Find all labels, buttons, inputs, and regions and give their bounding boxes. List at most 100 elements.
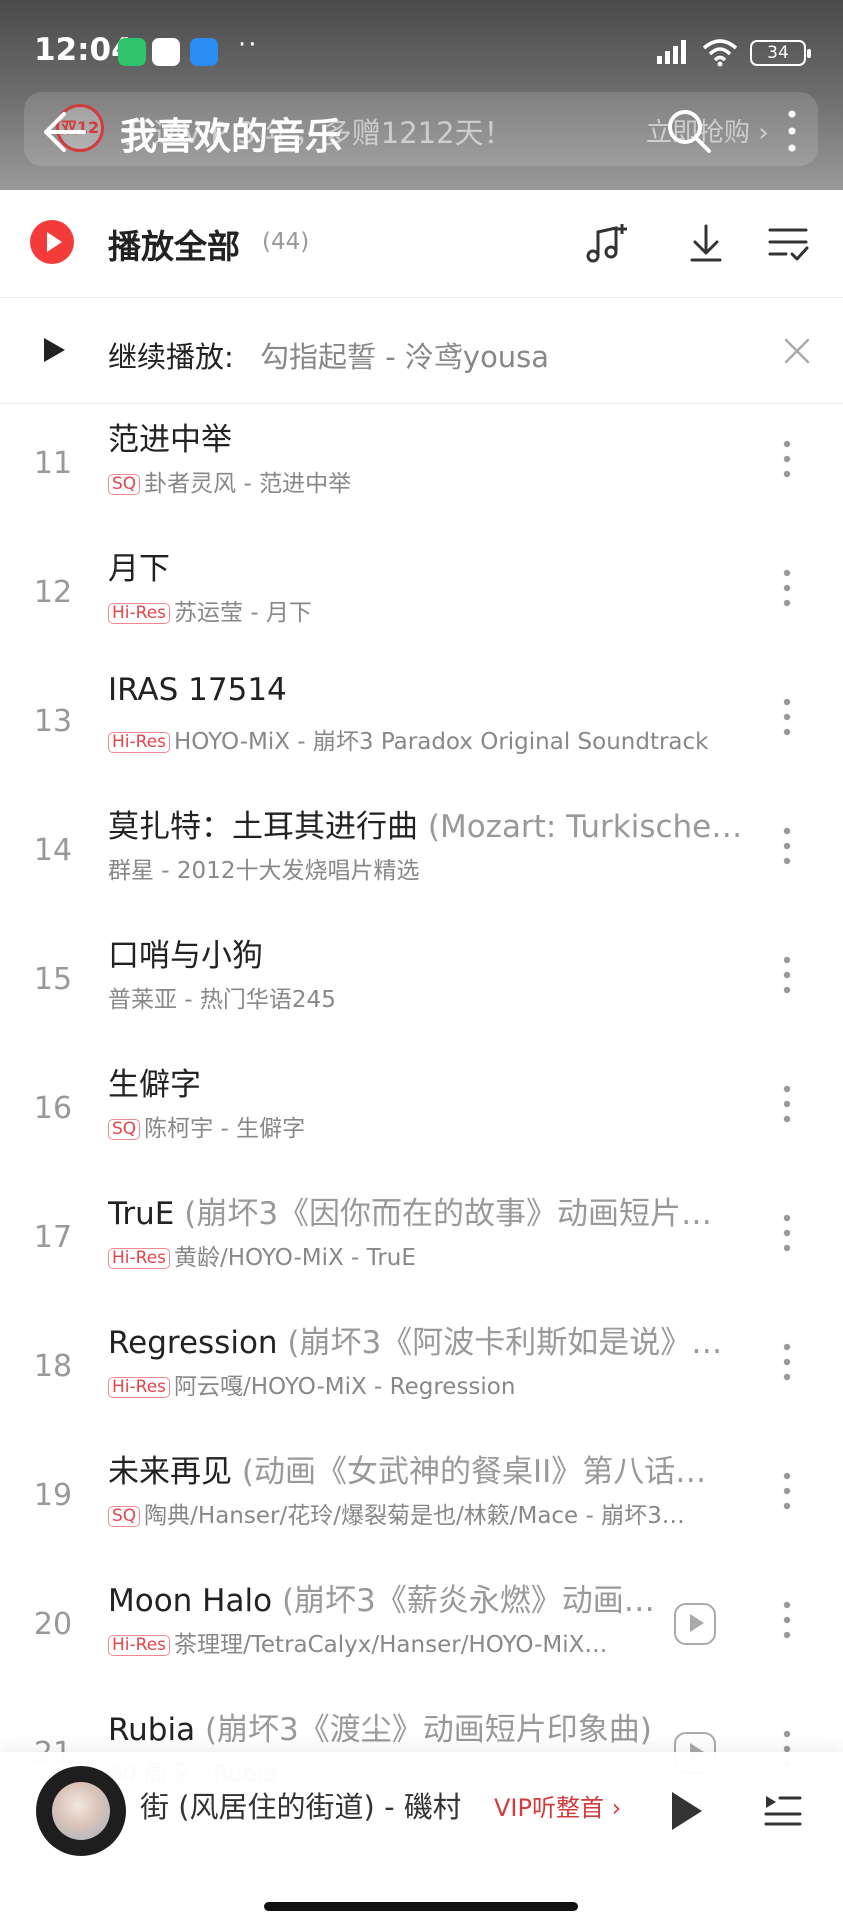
song-title-line: 未来再见 (动画《女武神的餐桌II》第八话… <box>108 1446 748 1491</box>
song-meta-line: Hi-Res 黄龄/HOYO-MiX - TruE <box>108 1238 748 1272</box>
battery-icon: 34 <box>750 40 811 66</box>
song-title: Moon Halo <box>108 1583 273 1619</box>
song-artist-album: 普莱亚 - 热门华语245 <box>108 987 336 1013</box>
song-more-icon[interactable] <box>772 563 802 613</box>
multi-select-icon[interactable] <box>764 220 812 268</box>
song-artist-album: 黄龄/HOYO-MiX - TruE <box>174 1245 416 1271</box>
more-notifications-indicator: ·· <box>238 30 259 60</box>
song-meta-line: 群星 - 2012十大发烧唱片精选 <box>108 851 748 885</box>
song-row[interactable]: 14 莫扎特：土耳其进行曲 (Mozart: Turkische… 群星 - 201… <box>0 791 843 920</box>
song-index: 17 <box>33 1220 73 1255</box>
song-artist-album: 陶典/Hanser/花玲/爆裂菊是也/林簌/Mace - 崩坏3… <box>144 1503 685 1529</box>
song-title-line: 莫扎特：土耳其进行曲 (Mozart: Turkische… <box>108 801 748 846</box>
song-row[interactable]: 12 月下 Hi-Res 苏运莹 - 月下 <box>0 533 843 662</box>
song-title: IRAS 17514 <box>108 672 287 708</box>
song-artist-album: 陈柯宇 - 生僻字 <box>144 1116 306 1142</box>
song-subtitle: (崩坏3《薪炎永燃》动画… <box>281 1583 655 1619</box>
search-icon[interactable] <box>664 106 714 156</box>
song-list[interactable]: 11 范进中举 SQ 卦者灵风 - 范进中举 12 月下 Hi-Res 苏运莹 - 月下 13 I… <box>0 404 843 1804</box>
song-meta-line: Hi-Res HOYO-MiX - 崩坏3 Paradox Original So… <box>108 722 748 756</box>
home-indicator[interactable] <box>264 1902 578 1911</box>
song-index: 20 <box>33 1607 73 1642</box>
vip-full-song-link[interactable]: VIP听整首 › <box>494 1788 621 1823</box>
song-title-line: Rubia (崩坏3《渡尘》动画短片印象曲) <box>108 1704 668 1749</box>
song-title: 范进中举 <box>108 422 232 458</box>
song-index: 15 <box>33 962 73 997</box>
more-vertical-icon[interactable] <box>774 106 810 156</box>
song-index: 16 <box>33 1091 73 1126</box>
play-all-bar[interactable]: 播放全部 (44) <box>0 190 843 298</box>
song-subtitle: (崩坏3《阿波卡利斯如是说》… <box>287 1325 723 1361</box>
song-meta-line: SQ 陶典/Hanser/花玲/爆裂菊是也/林簌/Mace - 崩坏3… <box>108 1496 748 1530</box>
navigation-app-icon <box>190 38 218 66</box>
shield-app-icon <box>118 38 146 66</box>
resume-track[interactable]: 勾指起誓 - 泠鸢yousa <box>260 334 549 376</box>
playlist-queue-icon[interactable] <box>762 1788 804 1830</box>
song-title-line: TruE (崩坏3《因你而在的故事》动画短片… <box>108 1188 748 1233</box>
song-title-line: 范进中举 <box>108 414 748 459</box>
song-title: Regression <box>108 1325 278 1361</box>
play-all-icon[interactable] <box>30 220 74 264</box>
song-more-icon[interactable] <box>772 821 802 871</box>
song-title: 莫扎特：土耳其进行曲 <box>108 809 418 845</box>
album-art[interactable] <box>36 1766 126 1856</box>
song-title: 生僻字 <box>108 1067 201 1103</box>
music-video-icon[interactable] <box>674 1603 716 1645</box>
song-row[interactable]: 20 Moon Halo (崩坏3《薪炎永燃》动画… Hi-Res 茶理理/Tetra… <box>0 1565 843 1694</box>
song-title: 月下 <box>108 551 170 587</box>
song-more-icon[interactable] <box>772 434 802 484</box>
signal-icon <box>657 40 686 64</box>
quality-badge: Hi-Res <box>108 732 171 753</box>
song-row[interactable]: 17 TruE (崩坏3《因你而在的故事》动画短片… Hi-Res 黄龄/HOYO-M… <box>0 1178 843 1307</box>
song-count: (44) <box>262 229 310 255</box>
now-playing-title[interactable]: 街 (风居住的街道) - 磯村 <box>140 1784 460 1826</box>
song-more-icon[interactable] <box>772 1079 802 1129</box>
quality-badge: Hi-Res <box>108 1248 171 1269</box>
song-more-icon[interactable] <box>772 692 802 742</box>
song-title: TruE <box>108 1196 175 1232</box>
song-row[interactable]: 18 Regression (崩坏3《阿波卡利斯如是说》… Hi-Res 阿云嘎/HO… <box>0 1307 843 1436</box>
song-artist-album: 阿云嘎/HOYO-MiX - Regression <box>174 1374 516 1400</box>
song-row[interactable]: 16 生僻字 SQ 陈柯宇 - 生僻字 <box>0 1049 843 1178</box>
song-subtitle: (崩坏3《渡尘》动画短片印象曲) <box>204 1712 652 1748</box>
close-icon[interactable] <box>782 336 812 366</box>
song-meta-line: SQ 卦者灵风 - 范进中举 <box>108 464 748 498</box>
song-more-icon[interactable] <box>772 1208 802 1258</box>
song-index: 14 <box>33 833 73 868</box>
song-artist-album: 苏运莹 - 月下 <box>174 600 312 626</box>
song-title-line: 口哨与小狗 <box>108 930 748 975</box>
mini-player[interactable]: 街 (风居住的街道) - 磯村 VIP听整首 › <box>0 1752 843 1920</box>
download-icon[interactable] <box>682 220 730 268</box>
song-index: 13 <box>33 704 73 739</box>
song-artist-album: HOYO-MiX - 崩坏3 Paradox Original Soundtra… <box>174 729 709 755</box>
song-more-icon[interactable] <box>772 1466 802 1516</box>
quality-badge: SQ <box>108 1506 141 1527</box>
song-index: 19 <box>33 1478 73 1513</box>
song-index: 11 <box>33 446 73 481</box>
song-title: 口哨与小狗 <box>108 938 263 974</box>
add-to-playlist-icon[interactable] <box>582 220 630 268</box>
song-more-icon[interactable] <box>772 1595 802 1645</box>
play-all-label[interactable]: 播放全部 <box>108 220 240 268</box>
song-artist-album: 茶理理/TetraCalyx/Hanser/HOYO-MiX… <box>174 1632 608 1658</box>
song-more-icon[interactable] <box>772 1337 802 1387</box>
back-arrow-icon[interactable] <box>34 104 90 160</box>
play-button[interactable] <box>672 1792 702 1830</box>
resume-play-icon[interactable] <box>44 338 65 362</box>
song-title-line: Regression (崩坏3《阿波卡利斯如是说》… <box>108 1317 748 1362</box>
song-meta-line: Hi-Res 阿云嘎/HOYO-MiX - Regression <box>108 1367 748 1401</box>
song-meta-line: 普莱亚 - 热门华语245 <box>108 980 748 1014</box>
song-title: Rubia <box>108 1712 196 1748</box>
song-more-icon[interactable] <box>772 950 802 1000</box>
song-title-line: IRAS 17514 <box>108 672 748 708</box>
map-app-icon <box>152 38 180 66</box>
song-row[interactable]: 19 未来再见 (动画《女武神的餐桌II》第八话… SQ 陶典/Hanser/花玲/爆… <box>0 1436 843 1565</box>
song-subtitle: (动画《女武神的餐桌II》第八话… <box>241 1454 707 1490</box>
resume-bar[interactable]: 继续播放: 勾指起誓 - 泠鸢yousa <box>0 298 843 404</box>
song-row[interactable]: 11 范进中举 SQ 卦者灵风 - 范进中举 <box>0 404 843 533</box>
song-artist-album: 群星 - 2012十大发烧唱片精选 <box>108 858 420 884</box>
song-title-line: 生僻字 <box>108 1059 748 1104</box>
song-row[interactable]: 15 口哨与小狗普莱亚 - 热门华语245 <box>0 920 843 1049</box>
song-row[interactable]: 13 IRAS 17514 Hi-Res HOYO-MiX - 崩坏3 Paradox… <box>0 662 843 791</box>
song-artist-album: 卦者灵风 - 范进中举 <box>144 471 352 497</box>
